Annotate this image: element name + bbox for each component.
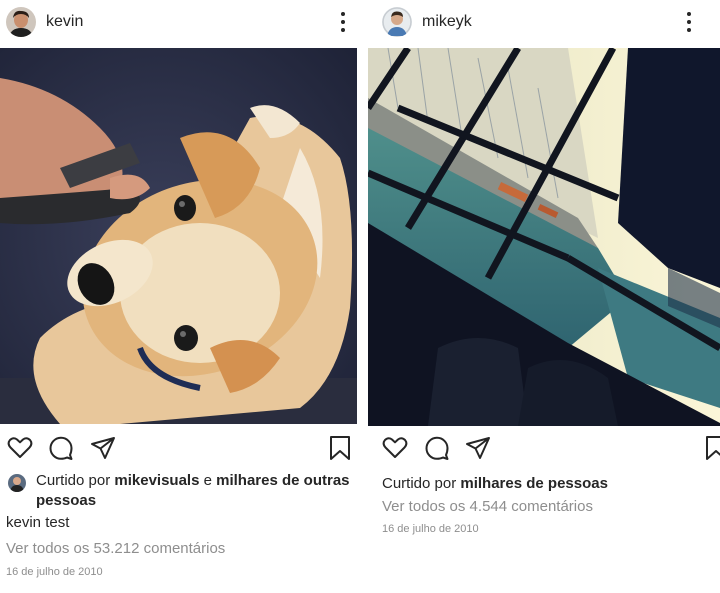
more-options-icon[interactable]: [686, 12, 692, 32]
caption-user[interactable]: kevin: [6, 514, 41, 531]
post-date: 16 de julho de 2010: [382, 523, 479, 535]
heart-icon[interactable]: [6, 434, 34, 462]
post-date: 16 de julho de 2010: [6, 566, 103, 578]
username[interactable]: mikeyk: [422, 13, 472, 31]
likes-summary: Curtido por milhares de pessoas: [382, 474, 712, 494]
paper-plane-icon[interactable]: [464, 434, 492, 462]
caption: kevin test: [6, 514, 69, 531]
caption-text: test: [45, 514, 70, 531]
likes-summary: Curtido por mikevisuals e milhares de ou…: [36, 471, 354, 511]
post-image[interactable]: [0, 48, 357, 424]
post-header: kevin: [0, 0, 360, 44]
avatar[interactable]: [382, 7, 412, 37]
avatar[interactable]: [6, 7, 36, 37]
username[interactable]: kevin: [46, 13, 83, 31]
view-comments-link[interactable]: Ver todos os 53.212 comentários: [6, 540, 225, 557]
liked-by-user[interactable]: mikevisuals: [114, 472, 199, 489]
post-kevin: kevin Curtido por mikevisuals e milhares…: [0, 0, 360, 593]
heart-icon[interactable]: [381, 434, 409, 462]
comment-icon[interactable]: [423, 434, 451, 462]
likes-conjunction: e: [203, 472, 212, 489]
comment-icon[interactable]: [47, 434, 75, 462]
view-comments-link[interactable]: Ver todos os 4.544 comentários: [382, 498, 593, 515]
post-actions: [0, 434, 360, 462]
post-image[interactable]: [368, 48, 720, 426]
post-mikeyk: mikeyk Curtido por milhares de pessoas V…: [368, 0, 720, 593]
bookmark-icon[interactable]: [326, 434, 354, 462]
bookmark-icon[interactable]: [702, 434, 720, 462]
likes-prefix: Curtido por: [36, 472, 111, 489]
liked-by-others[interactable]: milhares de pessoas: [460, 475, 608, 492]
liked-by-avatar[interactable]: [8, 474, 26, 492]
likes-prefix: Curtido por: [382, 475, 457, 492]
paper-plane-icon[interactable]: [89, 434, 117, 462]
more-options-icon[interactable]: [340, 12, 346, 32]
post-header: mikeyk: [368, 0, 720, 44]
post-actions: [368, 434, 720, 462]
